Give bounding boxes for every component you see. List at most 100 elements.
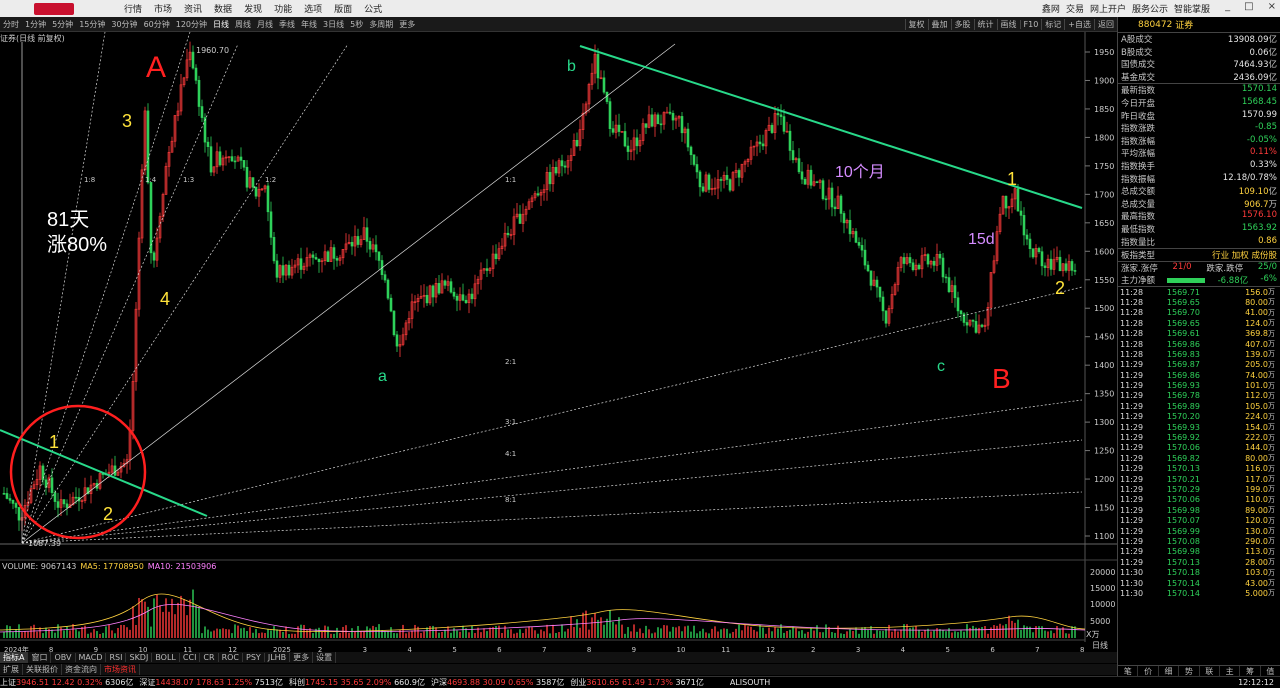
indicator-tab[interactable]: SKDJ xyxy=(126,653,153,662)
panel-tab[interactable]: 值 xyxy=(1261,666,1280,676)
menu-item[interactable]: 数据 xyxy=(208,2,238,15)
volume-y-label: 15000 xyxy=(1090,584,1115,593)
indicator-tab[interactable]: BOLL xyxy=(152,653,180,662)
menu-item[interactable]: 版面 xyxy=(328,2,358,15)
market-turnover: A股成交 13908.09亿 B股成交 0.06亿 国债成交 7464.93亿 基金成交 24… xyxy=(1118,33,1280,85)
panel-tab[interactable]: 细 xyxy=(1159,666,1180,676)
menu-item[interactable]: 资讯 xyxy=(178,2,208,15)
tick-price: 1570.06 xyxy=(1166,495,1200,505)
tick-list[interactable]: 11:28 1569.71 156.0 万 11:28 1569.65 80.00 万 11:2… xyxy=(1118,287,1280,599)
indicator-tab[interactable]: 指标A xyxy=(0,652,29,663)
tick-unit: 万 xyxy=(1268,329,1275,338)
window-control-icon[interactable]: × xyxy=(1268,1,1276,12)
menu-item[interactable]: 公式 xyxy=(358,2,388,15)
menu-item[interactable]: 市场 xyxy=(148,2,178,15)
menu-item[interactable]: 发现 xyxy=(238,2,268,15)
period-tab[interactable]: 年线 xyxy=(298,19,320,30)
indicator-tab[interactable]: CR xyxy=(200,653,219,662)
stat-label: A股成交 xyxy=(1121,35,1153,45)
stat-label: 总成交额 xyxy=(1121,187,1156,198)
period-tab[interactable]: 30分钟 xyxy=(108,19,140,30)
indicator-tab[interactable]: MACD xyxy=(76,653,107,662)
period-tab[interactable]: 15分钟 xyxy=(76,19,108,30)
toolbar-button[interactable]: F10 xyxy=(1019,19,1042,29)
period-tab[interactable]: 周线 xyxy=(232,19,254,30)
window-control-icon[interactable]: □ xyxy=(1244,1,1253,12)
tick-time: 11:29 xyxy=(1120,474,1144,484)
period-tab[interactable]: 多周期 xyxy=(366,19,396,30)
bottom-tab[interactable]: 扩展 xyxy=(0,664,23,675)
panel-tab[interactable]: 联 xyxy=(1200,666,1220,676)
stat-number: 1576.10 xyxy=(1241,210,1277,221)
period-tab[interactable]: 120分钟 xyxy=(173,19,210,30)
status-index-amount: 6306亿 xyxy=(105,678,134,687)
status-index[interactable]: 沪深4693.88 30.09 0.65% 3587亿 xyxy=(431,677,564,688)
status-index[interactable]: 深证14438.07 178.63 1.25% 7513亿 xyxy=(139,677,283,688)
stat-number: 906.7 xyxy=(1244,199,1269,210)
toolbar-button[interactable]: 复权 xyxy=(904,18,928,30)
status-index[interactable]: 创业3610.65 61.49 1.73% 3671亿 xyxy=(570,677,703,688)
toolbar-button[interactable]: +自选 xyxy=(1064,18,1094,30)
period-tab[interactable]: 3日线 xyxy=(320,19,347,30)
indicator-tab[interactable]: PSY xyxy=(243,653,265,662)
tick-volume: 80.00 xyxy=(1245,297,1268,307)
menu-item[interactable]: 选项 xyxy=(298,2,328,15)
top-link[interactable]: 交易 xyxy=(1066,2,1084,15)
indicator-tab[interactable]: RSI xyxy=(106,653,127,662)
period-tab[interactable]: 1分钟 xyxy=(22,19,49,30)
bottom-tab[interactable]: 资金流向 xyxy=(62,664,101,675)
toolbar-button[interactable]: 画线 xyxy=(996,18,1020,30)
kline-chart[interactable]: 1950190018501800175017001650160015501500… xyxy=(0,32,1117,652)
top-link[interactable]: 服务公示 xyxy=(1132,2,1168,15)
panel-tab[interactable]: 筹 xyxy=(1240,666,1261,676)
indicator-tab[interactable]: 设置 xyxy=(313,652,337,663)
indicator-tab[interactable]: 更多 xyxy=(290,652,314,663)
status-index-price: 4693.88 xyxy=(446,678,481,687)
period-tab[interactable]: 60分钟 xyxy=(141,19,173,30)
toolbar-button[interactable]: 统计 xyxy=(973,18,997,30)
indicator-tab[interactable]: OBV xyxy=(51,653,76,662)
status-index-name: 科创 xyxy=(289,678,306,687)
status-index[interactable]: 科创1745.15 35.65 2.09% 660.9亿 xyxy=(289,677,425,688)
period-tab[interactable]: 分时 xyxy=(0,19,22,30)
status-index-amount: 3587亿 xyxy=(536,678,565,687)
tick-time: 11:30 xyxy=(1120,588,1144,598)
tick-unit: 万 xyxy=(1268,288,1275,297)
indicator-tab[interactable]: 窗口 xyxy=(28,652,52,663)
tick-time: 11:30 xyxy=(1120,578,1144,588)
indicator-tab[interactable]: CCI xyxy=(180,653,201,662)
tick-price: 1569.71 xyxy=(1166,287,1200,297)
toolbar-button[interactable]: 叠加 xyxy=(927,18,951,30)
panel-tab[interactable]: 价 xyxy=(1138,666,1159,676)
panel-tab[interactable]: 主 xyxy=(1220,666,1241,676)
x-axis-label: 2024年 xyxy=(4,645,29,652)
toolbar-button[interactable]: 标记 xyxy=(1041,18,1064,30)
top-link[interactable]: 鑫网 xyxy=(1042,2,1060,15)
bottom-tab[interactable]: 关联报价 xyxy=(23,664,62,675)
top-link[interactable]: 智能掌服 xyxy=(1174,2,1210,15)
stat-number: 1570.99 xyxy=(1241,109,1277,120)
main-menu: 行情 市场 资讯 数据 发现 功能 选项 版面 公式 xyxy=(118,2,388,15)
brand-logo xyxy=(34,2,74,15)
bottom-tab[interactable]: 市场资讯 xyxy=(101,664,140,675)
indicator-tab[interactable]: ROC xyxy=(219,653,244,662)
stat-number: 7464.93 xyxy=(1233,60,1269,71)
indicator-tab[interactable]: JLHB xyxy=(265,653,291,662)
panel-tab[interactable]: 笔 xyxy=(1118,666,1139,676)
menu-item[interactable]: 功能 xyxy=(268,2,298,15)
period-tab[interactable]: 月线 xyxy=(254,19,276,30)
period-tab[interactable]: 5秒 xyxy=(347,19,366,30)
menu-item[interactable]: 行情 xyxy=(118,2,148,15)
toolbar-button[interactable]: 返回 xyxy=(1094,18,1117,30)
period-tab[interactable]: 更多 xyxy=(396,19,418,30)
window-control-icon[interactable]: _ xyxy=(1225,1,1230,12)
status-index[interactable]: 上证3946.51 12.42 0.32% 6306亿 xyxy=(0,677,133,688)
panel-tab[interactable]: 势 xyxy=(1179,666,1200,676)
status-index-pct: 1.25% xyxy=(226,678,253,687)
stat-number: 1570.14 xyxy=(1241,84,1277,95)
period-tab[interactable]: 季线 xyxy=(276,19,298,30)
top-link[interactable]: 网上开户 xyxy=(1090,2,1126,15)
toolbar-button[interactable]: 多股 xyxy=(950,18,974,30)
period-tab[interactable]: 5分钟 xyxy=(49,19,76,30)
period-tab[interactable]: 日线 xyxy=(210,19,232,30)
